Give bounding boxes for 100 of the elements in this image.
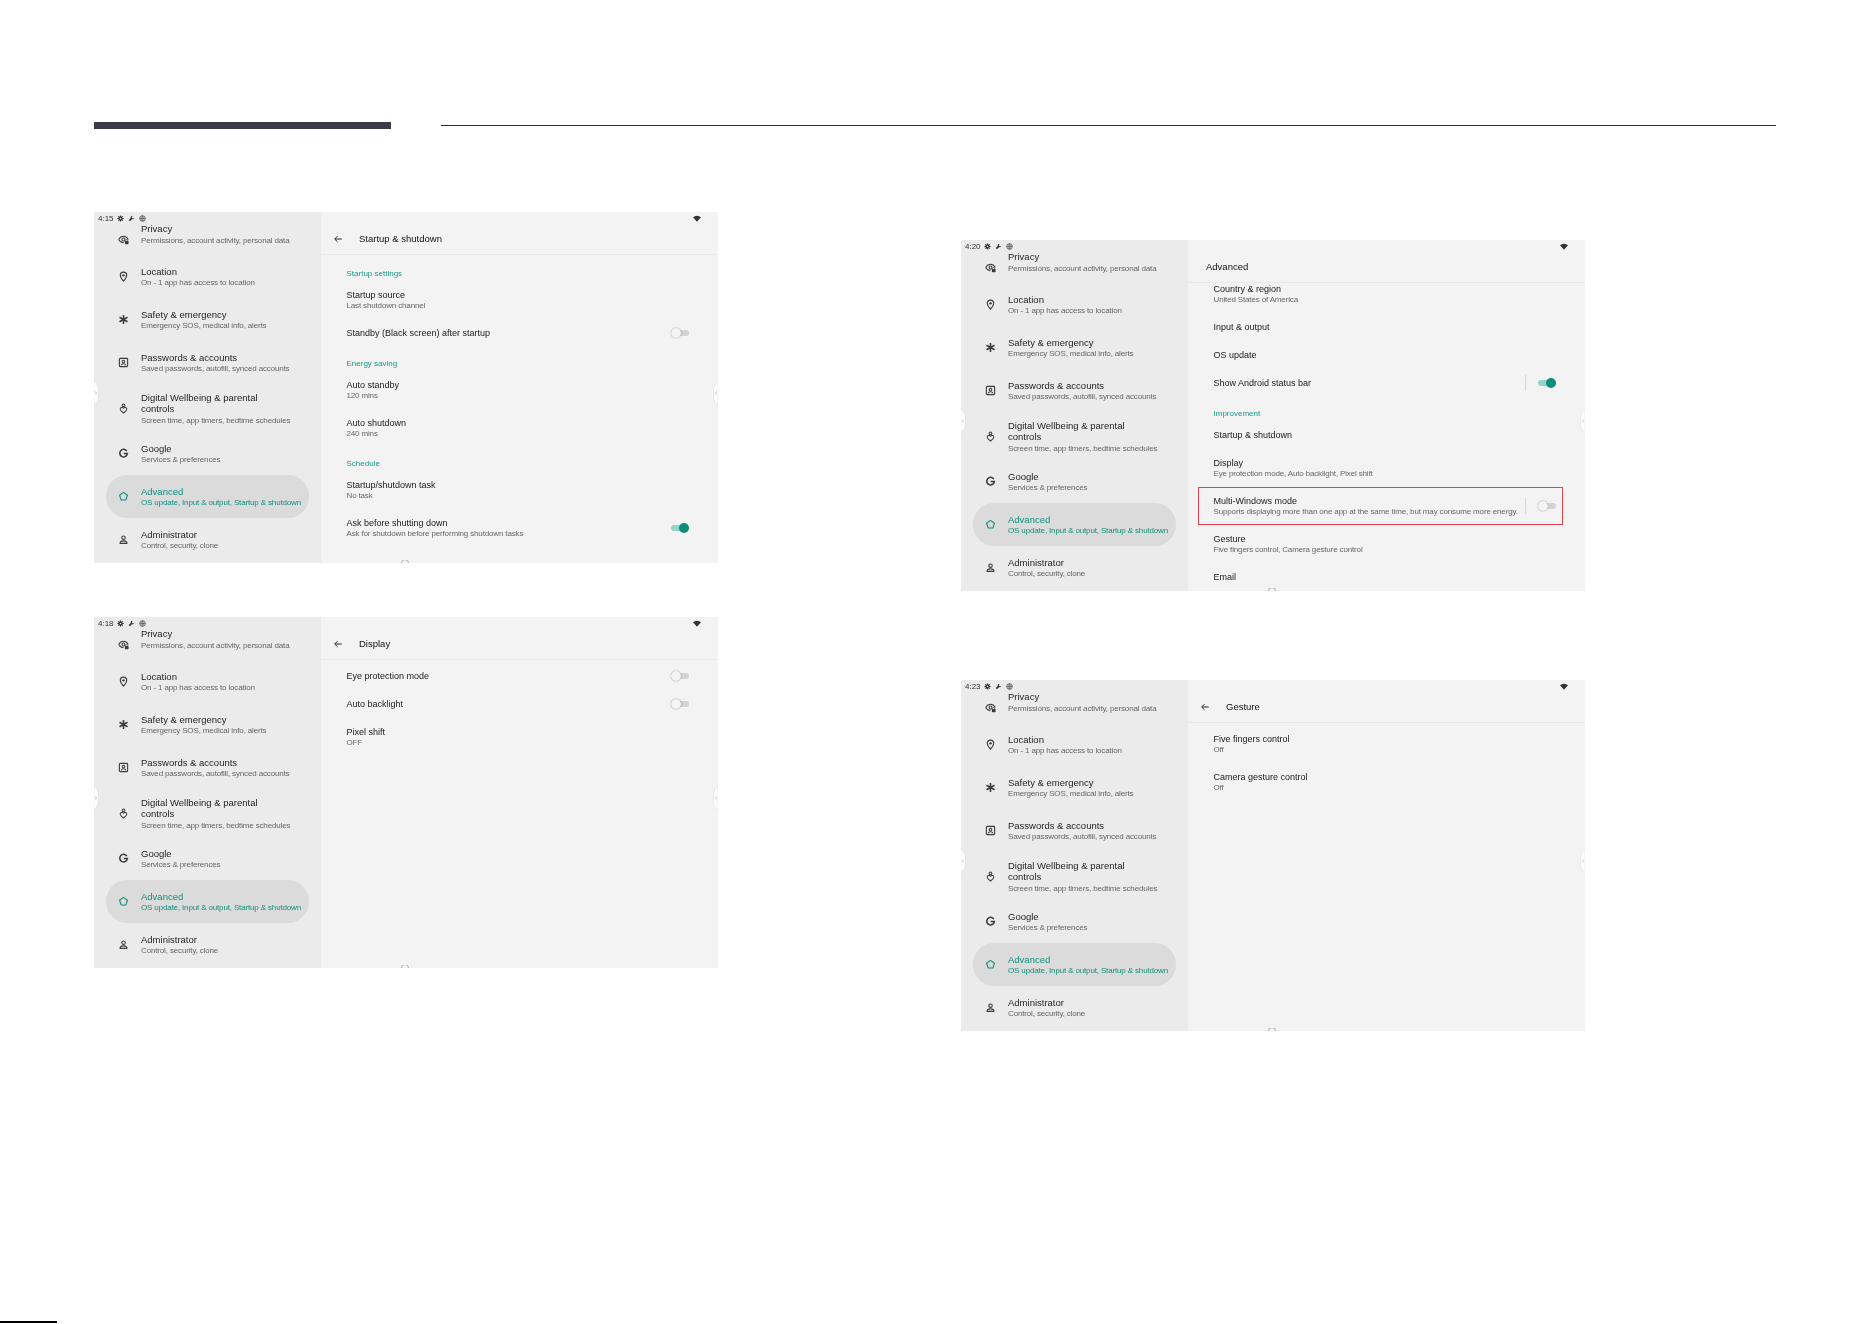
home-handle-icon (1268, 1028, 1276, 1031)
settings-item[interactable]: Country & region United States of America (1213, 284, 1298, 304)
globe-icon (138, 619, 146, 627)
asterisk-icon (118, 719, 129, 730)
edge-handle-icon[interactable] (94, 786, 99, 810)
sidebar-item[interactable]: Google Services & preferences (973, 900, 1176, 943)
sidebar-item[interactable]: Google Services & preferences (106, 432, 309, 475)
home-handle-icon (401, 965, 409, 968)
status-time: 4:15 (98, 213, 114, 223)
eye-lock-icon (985, 701, 996, 713)
settings-item[interactable]: Standby (Black screen) after startup (346, 327, 491, 339)
person-icon (118, 534, 129, 545)
settings-item[interactable]: Pixel shift OFF (346, 727, 385, 747)
settings-item[interactable]: Gesture Five fingers control, Camera gesture control (1213, 534, 1363, 554)
edge-handle-icon[interactable] (713, 381, 718, 405)
sidebar-item[interactable]: Passwords & accounts Saved passwords, autofill, synced accounts (973, 369, 1176, 412)
page-title: Startup & shutdown (359, 233, 442, 245)
settings-item[interactable]: Camera gesture control Off (1213, 772, 1308, 792)
eye-lock-icon (985, 261, 996, 273)
sidebar-item[interactable]: Passwords & accounts Saved passwords, autofill, synced accounts (106, 341, 309, 384)
toggle-switch[interactable] (1538, 378, 1556, 388)
sidebar-item[interactable]: Administrator Control, security, clone (106, 518, 309, 561)
wrench-icon (127, 214, 135, 222)
sidebar-item[interactable]: Digital Wellbeing & parental controls Screen time, app timers, bedtime schedules (106, 384, 309, 432)
edge-handle-icon[interactable] (94, 381, 99, 405)
heart-person-icon (118, 402, 129, 414)
back-arrow-icon[interactable] (333, 639, 343, 649)
wifi-icon (693, 214, 701, 222)
sidebar-item[interactable]: Safety & emergency Emergency SOS, medical info, alerts (973, 326, 1176, 369)
edge-handle-icon[interactable] (961, 409, 966, 433)
sidebar-item[interactable]: Privacy Permissions, account activity, personal data (106, 223, 309, 255)
edge-handle-icon[interactable] (713, 786, 718, 810)
person-icon (985, 1002, 996, 1013)
settings-item[interactable]: Five fingers control Off (1213, 734, 1290, 754)
sidebar-item[interactable]: Safety & emergency Emergency SOS, medical info, alerts (106, 703, 309, 746)
page-title: Display (359, 638, 391, 650)
sidebar-item[interactable]: Safety & emergency Emergency SOS, medical info, alerts (973, 766, 1176, 809)
settings-item[interactable]: Startup source Last shutdown channel (346, 290, 426, 310)
toggle-switch[interactable] (671, 328, 689, 338)
sidebar-item[interactable]: Google Services & preferences (106, 837, 309, 880)
edge-handle-icon[interactable] (1580, 849, 1585, 873)
toggle-switch[interactable] (671, 523, 689, 533)
contact-card-icon (118, 762, 129, 773)
settings-item[interactable]: Show Android status bar (1213, 377, 1312, 389)
wrench-icon (127, 619, 135, 627)
pentagon-icon (985, 519, 996, 530)
settings-item[interactable]: Startup & shutdown (1213, 429, 1293, 441)
sidebar-item[interactable]: Location On - 1 app has access to location (973, 283, 1176, 326)
settings-item[interactable]: OS update (1213, 349, 1257, 361)
sidebar-item[interactable]: Location On - 1 app has access to location (106, 255, 309, 298)
settings-item[interactable]: Startup/shutdown task No task (346, 480, 436, 500)
g-logo-icon (985, 916, 996, 927)
settings-item[interactable]: Multi-Windows mode Supports displaying more than one app at the same time, but may consume more energy. (1213, 496, 1518, 516)
wifi-icon (1560, 242, 1568, 250)
wifi-icon (693, 619, 701, 627)
edge-handle-icon[interactable] (1580, 409, 1585, 433)
back-arrow-icon[interactable] (333, 234, 343, 244)
sidebar-item[interactable]: Administrator Control, security, clone (106, 923, 309, 966)
settings-item[interactable]: Auto standby 120 mins (346, 380, 400, 400)
toggle-switch[interactable] (1538, 501, 1556, 511)
settings-item[interactable]: Email (1213, 571, 1236, 583)
sidebar-item[interactable]: Administrator Control, security, clone (973, 986, 1176, 1029)
sidebar-item[interactable]: Passwords & accounts Saved passwords, autofill, synced accounts (106, 746, 309, 789)
settings-item[interactable]: Ask before shutting down Ask for shutdown before performing shutdown tasks (346, 518, 524, 538)
status-time: 4:18 (98, 618, 114, 628)
sidebar-item[interactable]: Location On - 1 app has access to location (106, 660, 309, 703)
sidebar-item[interactable]: Passwords & accounts Saved passwords, autofill, synced accounts (973, 809, 1176, 852)
location-pin-icon (118, 676, 129, 687)
sidebar-item[interactable]: Privacy Permissions, account activity, personal data (973, 251, 1176, 283)
asterisk-icon (985, 342, 996, 353)
location-pin-icon (985, 299, 996, 310)
sidebar-item[interactable]: Administrator Control, security, clone (973, 546, 1176, 589)
edge-handle-icon[interactable] (961, 849, 966, 873)
settings-item[interactable]: Display Eye protection mode, Auto backlight, Pixel shift (1213, 458, 1373, 478)
globe-icon (1005, 682, 1013, 690)
person-icon (985, 562, 996, 573)
section-header: Energy saving (346, 358, 398, 368)
toggle-switch[interactable] (671, 699, 689, 709)
sidebar-item[interactable]: Privacy Permissions, account activity, personal data (973, 691, 1176, 723)
contact-card-icon (985, 385, 996, 396)
settings-item[interactable]: Eye protection mode (346, 670, 430, 682)
back-arrow-icon[interactable] (1200, 702, 1210, 712)
sidebar-item[interactable]: Digital Wellbeing & parental controls Screen time, app timers, bedtime schedules (973, 412, 1176, 460)
sidebar-item[interactable]: Digital Wellbeing & parental controls Screen time, app timers, bedtime schedules (973, 852, 1176, 900)
sidebar-item[interactable]: Safety & emergency Emergency SOS, medical info, alerts (106, 298, 309, 341)
wrench-icon (994, 242, 1002, 250)
wifi-icon (1560, 682, 1568, 690)
toggle-switch[interactable] (671, 671, 689, 681)
pentagon-icon (118, 491, 129, 502)
sidebar-item[interactable]: Privacy Permissions, account activity, personal data (106, 628, 309, 660)
heart-person-icon (118, 807, 129, 819)
sidebar-item[interactable]: Location On - 1 app has access to location (973, 723, 1176, 766)
g-logo-icon (118, 853, 129, 864)
settings-item[interactable]: Auto backlight (346, 698, 404, 710)
settings-item[interactable]: Auto shutdown 240 mins (346, 418, 407, 438)
g-logo-icon (118, 448, 129, 459)
pentagon-icon (118, 896, 129, 907)
sidebar-item[interactable]: Google Services & preferences (973, 460, 1176, 503)
sidebar-item[interactable]: Digital Wellbeing & parental controls Screen time, app timers, bedtime schedules (106, 789, 309, 837)
settings-item[interactable]: Input & output (1213, 321, 1270, 333)
